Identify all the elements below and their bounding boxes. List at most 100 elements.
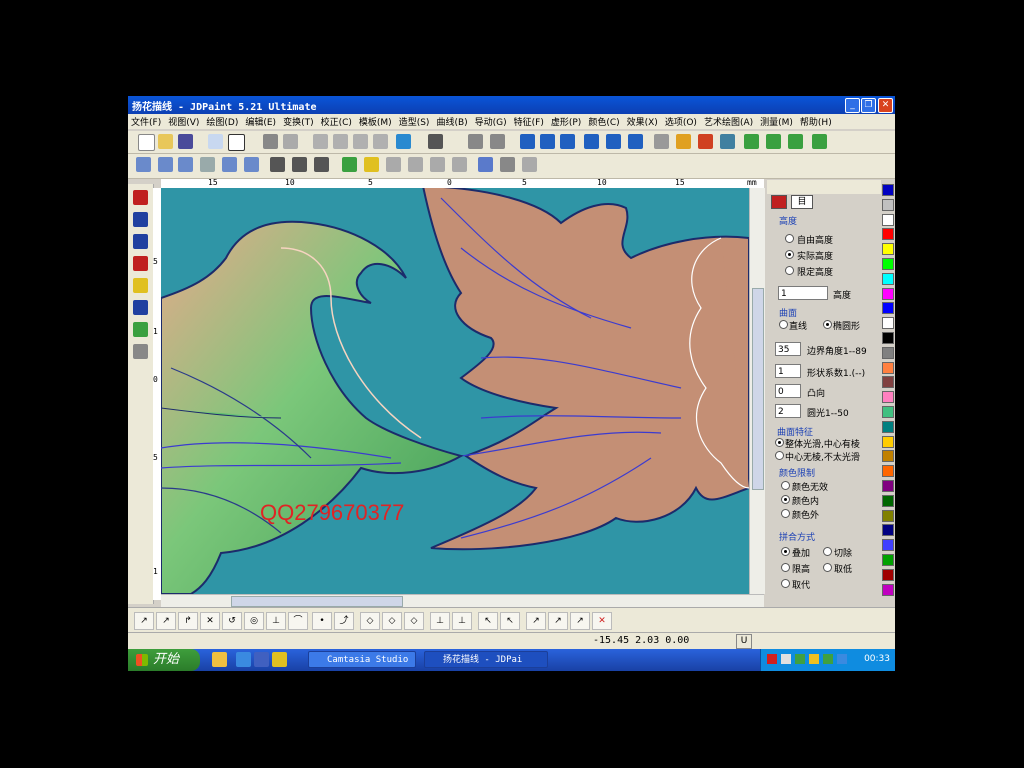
pan-icon[interactable] xyxy=(270,157,285,172)
view-box-icon[interactable] xyxy=(428,134,443,149)
feature-opt-radio[interactable] xyxy=(775,438,784,447)
color-swatch[interactable] xyxy=(882,583,894,596)
polygon-tool-icon[interactable] xyxy=(133,278,148,293)
refresh-icon[interactable] xyxy=(314,157,329,172)
color-swatch[interactable] xyxy=(882,346,894,359)
color-swatch[interactable] xyxy=(882,213,894,226)
snap-line-icon[interactable]: ↗ xyxy=(134,612,154,630)
node-tool-3-icon[interactable]: ◇ xyxy=(404,612,424,630)
zoom-in-icon[interactable] xyxy=(158,157,173,172)
menu-shape[interactable]: 造型(S) xyxy=(396,114,434,128)
delete-x-icon[interactable]: ✕ xyxy=(592,612,612,630)
edit-tool-7-icon[interactable]: ↗ xyxy=(570,612,590,630)
menu-effect[interactable]: 效果(X) xyxy=(624,114,662,128)
rotate-view-icon[interactable] xyxy=(292,157,307,172)
curve-opt-radio[interactable] xyxy=(779,320,788,329)
quicklaunch-icon-2[interactable] xyxy=(254,652,269,667)
shape-input[interactable]: 1 xyxy=(775,364,801,378)
sweep-tool-2-icon[interactable] xyxy=(540,134,555,149)
node-tool-1-icon[interactable]: ◇ xyxy=(360,612,380,630)
edit-tool-3-icon[interactable]: ↖ xyxy=(478,612,498,630)
feature-tool-1-icon[interactable] xyxy=(744,134,759,149)
menu-help[interactable]: 帮助(H) xyxy=(797,114,836,128)
redo-icon[interactable] xyxy=(283,134,298,149)
snap-corner-icon[interactable]: ↱ xyxy=(178,612,198,630)
cut-icon[interactable] xyxy=(313,134,328,149)
zoom-out-icon[interactable] xyxy=(178,157,193,172)
color-swatch[interactable] xyxy=(882,228,894,241)
horizontal-scroll-thumb[interactable] xyxy=(231,596,403,607)
color-swatch[interactable] xyxy=(882,287,894,300)
snap-join-icon[interactable]: ⤴ xyxy=(334,612,354,630)
sweep-tool-5-icon[interactable] xyxy=(606,134,621,149)
color-swatch[interactable] xyxy=(882,568,894,581)
color-swatch[interactable] xyxy=(882,494,894,507)
text-tool-icon[interactable] xyxy=(133,234,148,249)
grid-tool-icon[interactable] xyxy=(720,134,735,149)
drawing-canvas[interactable]: QQ279670377 xyxy=(161,188,749,594)
snap-center-icon[interactable]: ◎ xyxy=(244,612,264,630)
feature-tool-2-icon[interactable] xyxy=(766,134,781,149)
select-box-icon[interactable] xyxy=(228,134,245,151)
zoom-all-icon[interactable] xyxy=(200,157,215,172)
cube-icon[interactable] xyxy=(396,134,411,149)
restore-button[interactable]: ❐ xyxy=(861,98,876,113)
render-tool-1-icon[interactable] xyxy=(386,157,401,172)
edit-tool-6-icon[interactable]: ↗ xyxy=(548,612,568,630)
arrow-tool-icon[interactable] xyxy=(133,322,148,337)
edit-tool-2-icon[interactable]: ⊥ xyxy=(452,612,472,630)
color-opt-radio[interactable] xyxy=(781,481,790,490)
height-opt-radio[interactable] xyxy=(785,250,794,259)
node-tool-2-icon[interactable]: ◇ xyxy=(382,612,402,630)
task-camtasia[interactable]: Camtasia Studio ... xyxy=(308,651,416,668)
color-swatch[interactable] xyxy=(882,450,894,463)
snap-cross-icon[interactable]: ✕ xyxy=(200,612,220,630)
tray-icon-1[interactable] xyxy=(767,654,777,664)
paste-icon[interactable] xyxy=(353,134,368,149)
color-swatch[interactable] xyxy=(882,272,894,285)
color-swatch[interactable] xyxy=(882,317,894,330)
star-tool-icon[interactable] xyxy=(676,134,691,149)
color-swatch[interactable] xyxy=(882,258,894,270)
snap-point-icon[interactable]: • xyxy=(312,612,332,630)
save-icon[interactable] xyxy=(178,134,193,149)
menu-virtual[interactable]: 虚形(P) xyxy=(548,114,585,128)
curve-opt-radio[interactable] xyxy=(823,320,832,329)
tray-icon-6[interactable] xyxy=(837,654,847,664)
color-swatch[interactable] xyxy=(882,361,894,374)
task-jdpaint[interactable]: 扬花描线 - JDPai xyxy=(424,651,548,668)
vertical-scroll-thumb[interactable] xyxy=(752,288,764,490)
ie-icon[interactable] xyxy=(236,652,251,667)
dimension-tool-icon[interactable] xyxy=(133,344,148,359)
render-tool-3-icon[interactable] xyxy=(430,157,445,172)
pen-tool-icon[interactable] xyxy=(133,300,148,315)
smooth-input[interactable]: 2 xyxy=(775,404,801,418)
shield-icon[interactable] xyxy=(468,134,483,149)
color-swatch[interactable] xyxy=(882,302,894,315)
quicklaunch-icon-1[interactable] xyxy=(212,652,227,667)
ellipse-tool-icon[interactable] xyxy=(133,256,148,271)
light-tool-icon[interactable] xyxy=(342,157,357,172)
copy-icon[interactable] xyxy=(333,134,348,149)
color-swatch[interactable] xyxy=(882,420,894,433)
quicklaunch-icon-3[interactable] xyxy=(272,652,287,667)
color-swatch[interactable] xyxy=(882,376,894,389)
height-opt-radio[interactable] xyxy=(785,266,794,275)
select-rect-icon[interactable] xyxy=(133,190,148,205)
minimize-button[interactable]: _ xyxy=(845,98,860,113)
view-tool-2-icon[interactable] xyxy=(244,157,259,172)
delete-icon[interactable] xyxy=(373,134,388,149)
sweep-tool-1-icon[interactable] xyxy=(520,134,535,149)
color-swatch[interactable] xyxy=(882,406,894,418)
vertical-scrollbar[interactable] xyxy=(749,188,765,594)
color-swatch[interactable] xyxy=(882,480,894,492)
menu-template[interactable]: 模板(M) xyxy=(356,114,396,128)
menu-draw[interactable]: 绘图(D) xyxy=(203,114,242,128)
sweep-tool-4-icon[interactable] xyxy=(584,134,599,149)
angle-input[interactable]: 35 xyxy=(775,342,801,356)
merge-opt-radio[interactable] xyxy=(781,579,790,588)
sweep-tool-6-icon[interactable] xyxy=(628,134,643,149)
color-swatch[interactable] xyxy=(882,539,894,552)
feature-opt-radio[interactable] xyxy=(775,451,784,460)
cup-icon[interactable] xyxy=(490,134,505,149)
